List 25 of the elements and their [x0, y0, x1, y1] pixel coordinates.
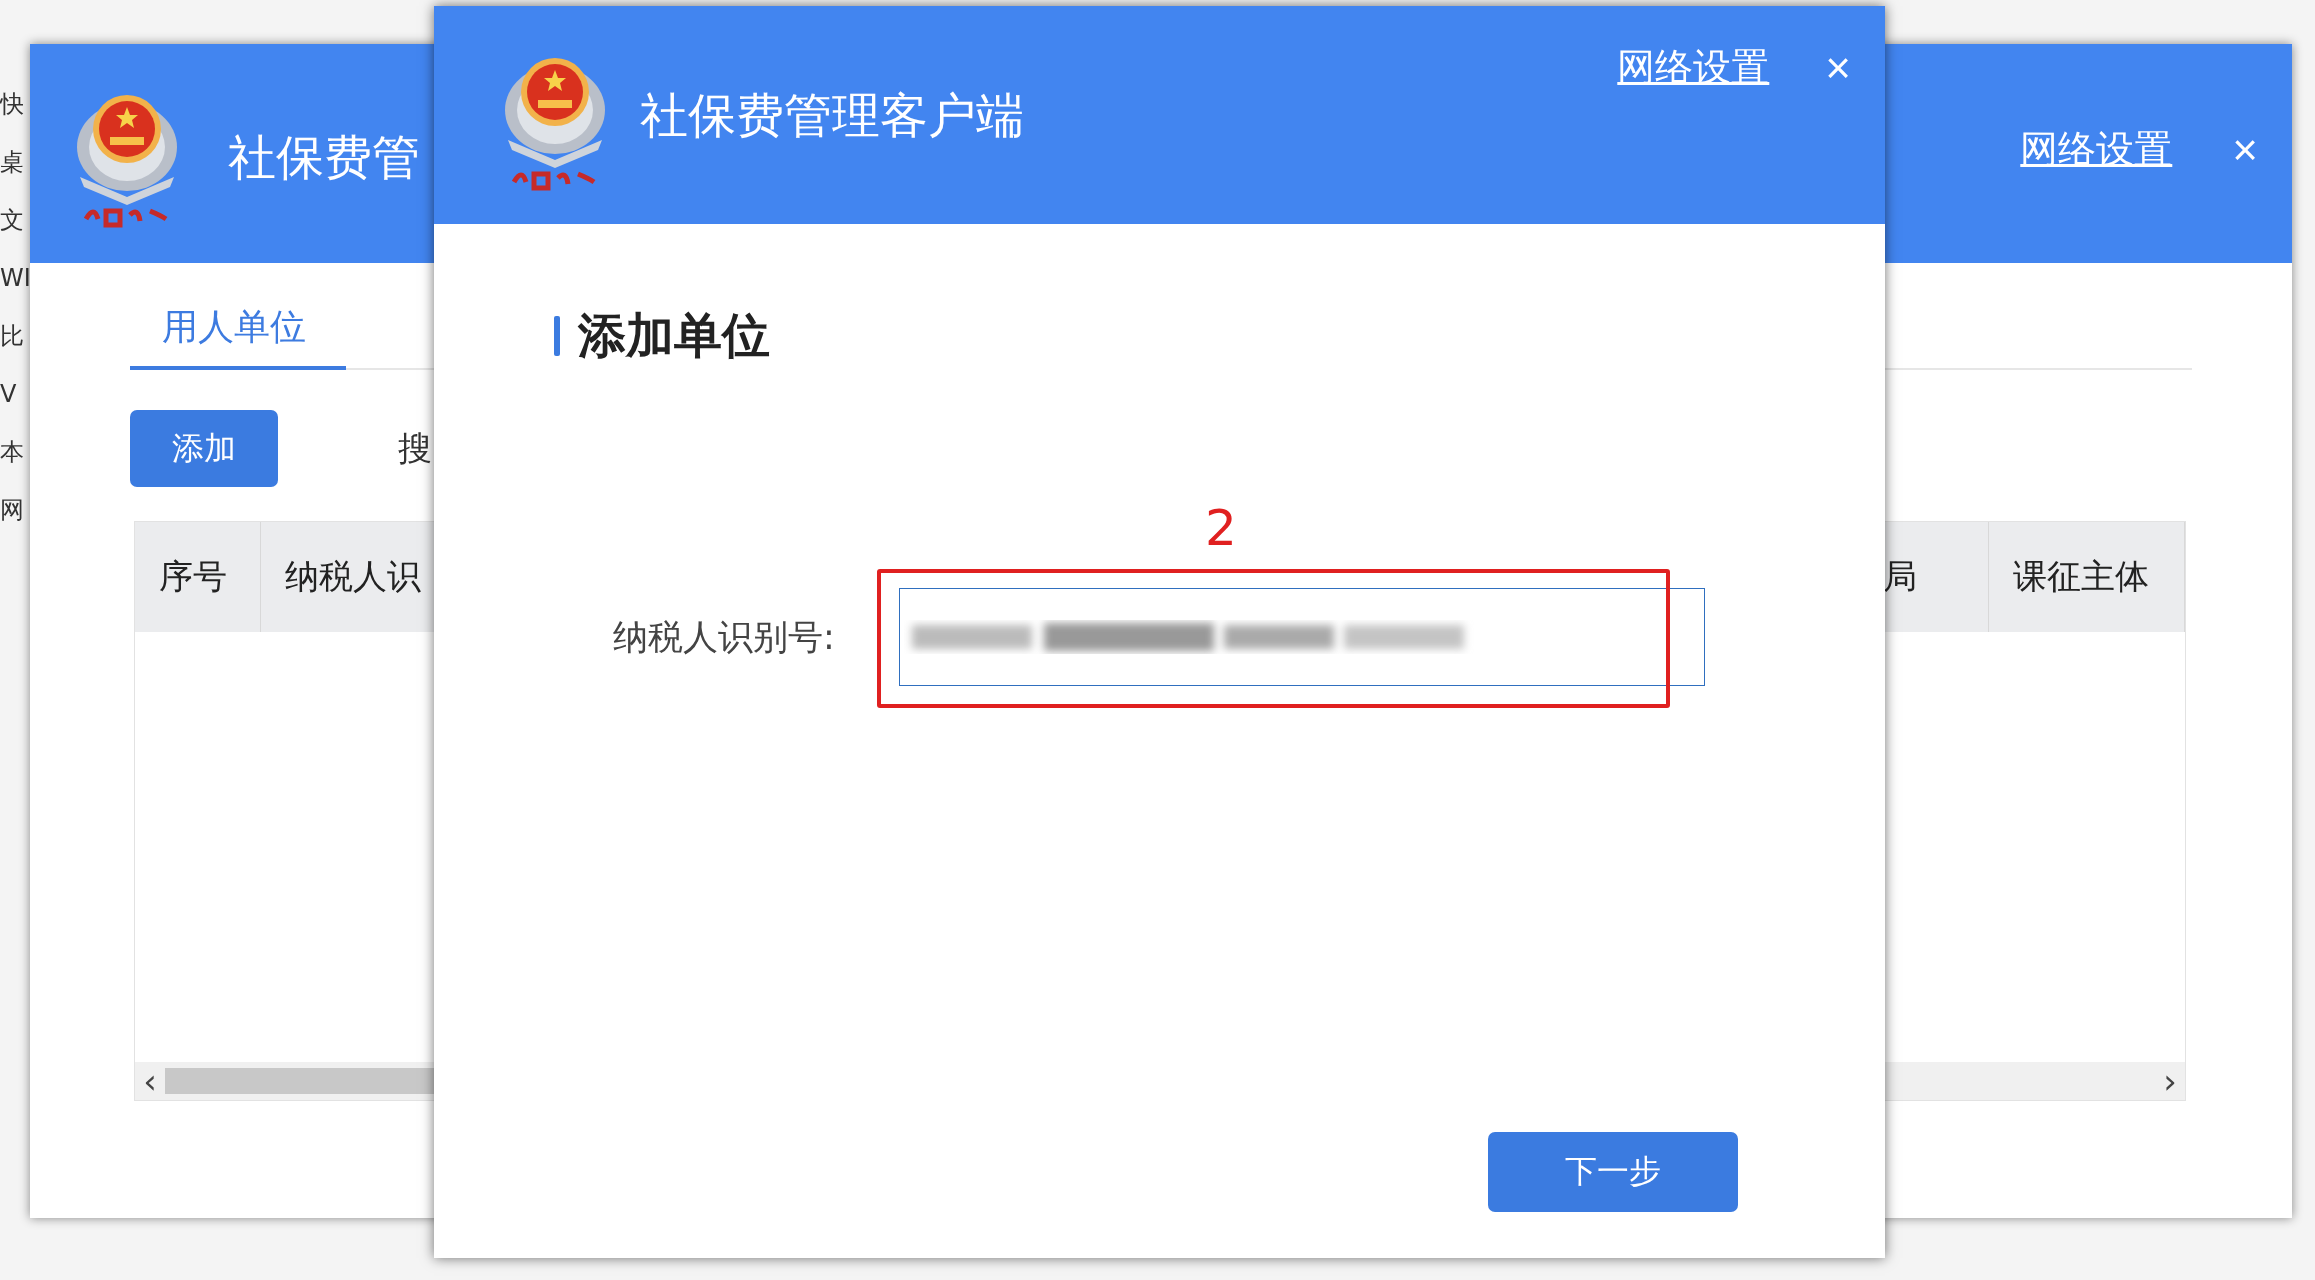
heading-marker: [554, 316, 560, 356]
desktop-label: 文: [0, 206, 25, 234]
desktop-label: WI: [0, 264, 30, 292]
window-title: 社保费管: [228, 129, 420, 185]
section-heading: 添加单位: [578, 306, 770, 365]
scroll-left-icon[interactable]: ‹: [135, 1061, 165, 1101]
tab[interactable]: 用人单位: [130, 293, 346, 370]
network-settings-link[interactable]: 网络设置: [1617, 42, 1770, 93]
column-header: 序号: [135, 522, 261, 632]
taxpayer-id-field[interactable]: [899, 588, 1705, 686]
desktop-label: 网: [0, 496, 25, 524]
scroll-right-icon[interactable]: ›: [2155, 1061, 2185, 1101]
add-button[interactable]: 添加: [130, 410, 278, 487]
desktop-label: 本: [0, 438, 25, 466]
close-button[interactable]: ×: [1825, 45, 1851, 90]
desktop-label: V: [0, 380, 18, 408]
close-button[interactable]: ×: [2232, 127, 2258, 172]
desktop-label: 比: [0, 322, 25, 350]
desktop-label: 快: [0, 90, 25, 118]
dialog-title: 社保费管理客户端: [640, 87, 1024, 143]
search-label: 搜: [398, 426, 432, 470]
next-button[interactable]: 下一步: [1488, 1132, 1738, 1212]
desktop-label: 桌: [0, 148, 25, 176]
network-settings-link[interactable]: 网络设置: [2020, 124, 2173, 175]
column-header: 课征主体: [1989, 522, 2185, 632]
